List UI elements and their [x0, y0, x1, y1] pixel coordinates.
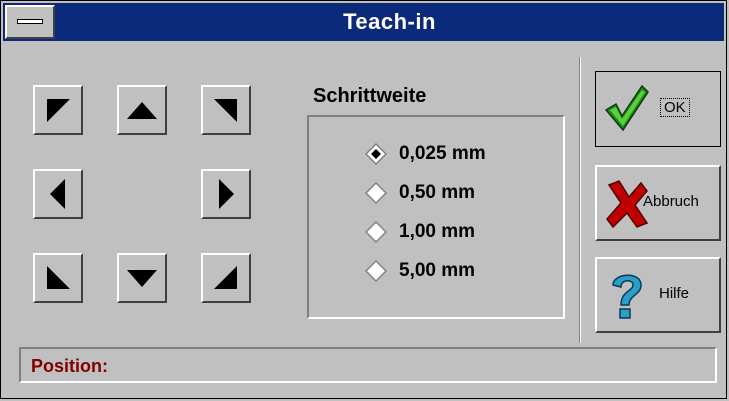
window-title: Teach-in	[343, 9, 436, 34]
step-option-050[interactable]: 0,50 mm	[364, 178, 476, 208]
radio-unselected-icon[interactable]	[364, 259, 388, 283]
jog-right-button[interactable]	[201, 169, 251, 219]
step-width-group: 0,025 mm 0,50 mm 1,00 mm 5,00 mm	[307, 115, 565, 319]
step-option-label: 1,00 mm	[399, 221, 476, 242]
arrow-right-icon	[219, 179, 234, 209]
arrow-down-right-icon	[214, 266, 237, 289]
arrow-up-icon	[127, 102, 157, 119]
step-option-0025[interactable]: 0,025 mm	[364, 139, 486, 169]
arrow-up-left-icon	[47, 99, 70, 122]
position-label: Position:	[31, 356, 108, 376]
step-option-label: 5,00 mm	[399, 260, 476, 281]
jog-up-right-button[interactable]	[201, 85, 251, 135]
help-button[interactable]: Hilfe	[595, 257, 721, 333]
arrow-down-icon	[127, 270, 157, 287]
checkmark-icon	[602, 80, 650, 136]
step-option-100[interactable]: 1,00 mm	[364, 217, 476, 247]
step-option-500[interactable]: 5,00 mm	[364, 256, 476, 286]
position-status-bar: Position:	[19, 347, 717, 383]
system-menu-button[interactable]	[5, 5, 55, 39]
system-menu-icon	[17, 19, 43, 24]
step-option-label: 0,50 mm	[399, 182, 476, 203]
help-label: Hilfe	[659, 285, 690, 302]
arrow-left-icon	[50, 179, 65, 209]
radio-unselected-icon[interactable]	[364, 181, 388, 205]
jog-down-right-button[interactable]	[201, 253, 251, 303]
teach-in-dialog: Teach-in Schrittweite 0,025 mm 0,50 mm 1…	[0, 0, 727, 399]
title-bar: Teach-in	[3, 3, 724, 41]
step-option-label: 0,025 mm	[399, 143, 486, 164]
jog-up-button[interactable]	[117, 85, 167, 135]
cancel-button[interactable]: Abbruch	[595, 165, 721, 241]
question-mark-icon	[603, 267, 651, 323]
radio-selected-icon[interactable]	[364, 142, 388, 166]
jog-left-button[interactable]	[33, 169, 83, 219]
arrow-up-right-icon	[214, 99, 237, 122]
step-width-label: Schrittweite	[313, 85, 427, 107]
jog-down-button[interactable]	[117, 253, 167, 303]
jog-up-left-button[interactable]	[33, 85, 83, 135]
arrow-down-left-icon	[47, 266, 70, 289]
cancel-label: Abbruch	[643, 193, 699, 210]
ok-button[interactable]: OK	[595, 71, 721, 147]
ok-label: OK	[660, 98, 690, 117]
vertical-divider	[579, 57, 581, 343]
jog-down-left-button[interactable]	[33, 253, 83, 303]
radio-unselected-icon[interactable]	[364, 220, 388, 244]
